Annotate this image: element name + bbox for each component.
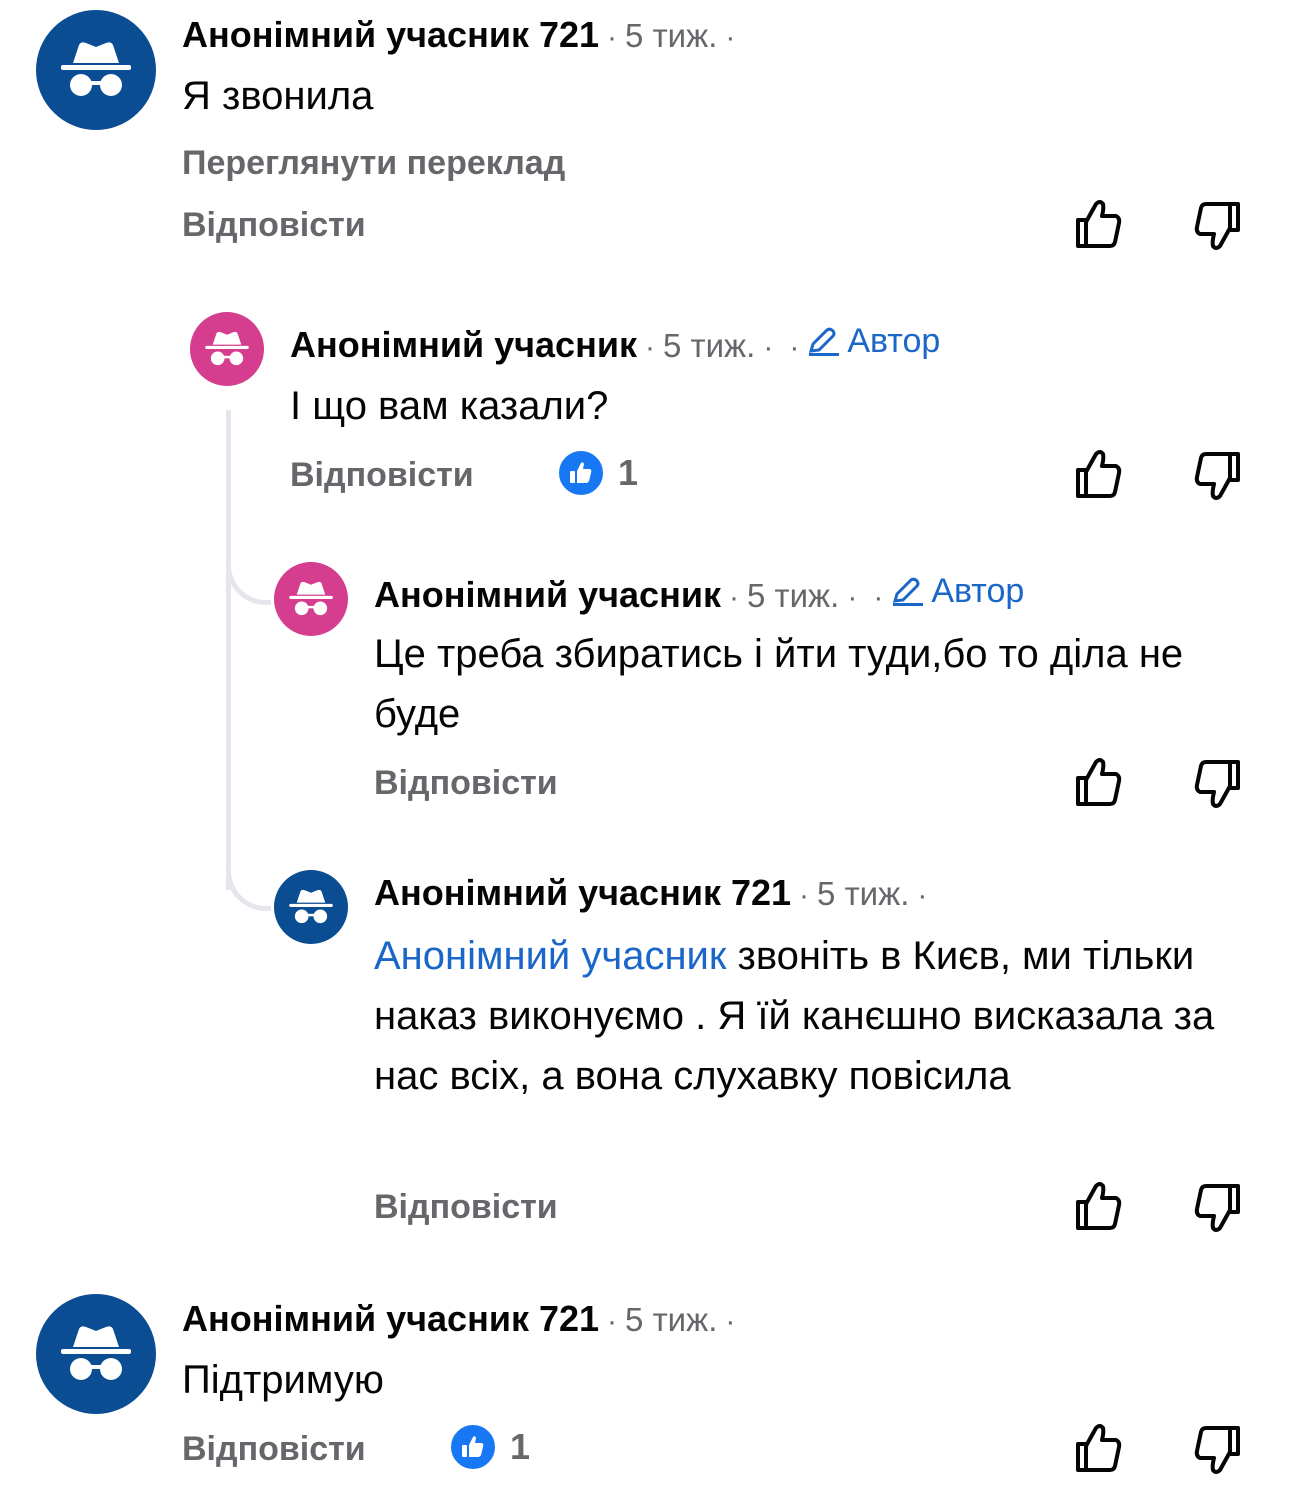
timestamp: 5 тиж. — [625, 1301, 718, 1338]
author-name[interactable]: Анонімний учасник — [374, 574, 721, 616]
reaction-summary[interactable]: 1 — [448, 1422, 530, 1472]
separator-dot: · — [873, 580, 884, 614]
reaction-count: 1 — [618, 452, 639, 493]
author-badge-label: Автор — [931, 572, 1025, 610]
thumbs-up-outline-icon[interactable] — [1070, 1178, 1126, 1234]
incognito-hat-glasses-icon — [289, 889, 333, 924]
comment-header: Анонімний учасник 721 · 5 тиж. · — [182, 1298, 743, 1340]
separator-dot: · — [728, 580, 739, 614]
reply-button[interactable]: Відповісти — [290, 456, 474, 495]
comment-header: Анонімний учасник 721 · 5 тиж. · — [374, 872, 935, 914]
timestamp: 5 тиж. — [817, 875, 910, 912]
comment-text: Я звонила — [182, 74, 374, 118]
timestamp: 5 тиж. — [662, 326, 756, 364]
avatar[interactable] — [190, 312, 264, 386]
thumbs-down-outline-icon[interactable] — [1190, 198, 1246, 254]
timestamp: 5 тиж. — [746, 576, 840, 614]
comment-header: Анонімний учасник 721 · 5 тиж. · — [182, 14, 743, 56]
thumbs-up-outline-icon[interactable] — [1070, 1420, 1126, 1476]
like-reaction-icon — [556, 448, 606, 498]
comment-header: Анонімний учасник · 5 тиж. · · Автор — [374, 572, 1024, 616]
thread-line — [226, 410, 231, 890]
reply-button[interactable]: Відповісти — [182, 1430, 366, 1469]
thumbs-up-outline-icon[interactable] — [1070, 446, 1126, 502]
reaction-count: 1 — [510, 1426, 531, 1467]
separator-dot: · — [725, 1305, 736, 1338]
incognito-hat-glasses-icon — [289, 581, 333, 616]
see-translation-link[interactable]: Переглянути переклад — [182, 144, 565, 183]
avatar[interactable] — [36, 10, 156, 130]
incognito-hat-glasses-icon — [205, 331, 249, 366]
comment-text: Підтримую — [182, 1358, 384, 1402]
author-badge: Автор — [891, 572, 1024, 611]
reply-button[interactable]: Відповісти — [182, 206, 366, 245]
thread-connector — [226, 840, 271, 911]
thumbs-down-outline-icon[interactable] — [1190, 1180, 1246, 1236]
pencil-icon — [809, 327, 840, 356]
thumbs-down-outline-icon[interactable] — [1190, 1422, 1246, 1478]
reply-button[interactable]: Відповісти — [374, 1188, 558, 1227]
thread-connector — [226, 540, 271, 605]
reply-button[interactable]: Відповісти — [374, 764, 558, 803]
author-badge-label: Автор — [847, 322, 941, 360]
author-name[interactable]: Анонімний учасник 721 — [182, 1298, 599, 1340]
like-reaction-icon — [448, 1422, 498, 1472]
separator-dot: · — [789, 330, 800, 364]
author-name[interactable]: Анонімний учасник 721 — [182, 14, 599, 56]
thumbs-down-outline-icon[interactable] — [1190, 756, 1246, 812]
incognito-hat-glasses-icon — [61, 1326, 131, 1380]
thumbs-up-outline-icon[interactable] — [1070, 196, 1126, 252]
avatar[interactable] — [274, 870, 348, 944]
comment-text: І що вам казали? — [290, 384, 609, 428]
timestamp: 5 тиж. — [625, 17, 718, 54]
separator-dot: · — [763, 330, 774, 364]
author-badge: Автор — [807, 322, 940, 361]
comment-text: Анонімний учасник звоніть в Києв, ми тіл… — [374, 926, 1244, 1106]
author-name[interactable]: Анонімний учасник 721 — [374, 872, 791, 914]
separator-dot: · — [607, 1305, 618, 1338]
pencil-icon — [893, 577, 924, 606]
avatar[interactable] — [36, 1294, 156, 1414]
comment-text: Це треба збиратись і йти туди,бо то діла… — [374, 632, 1184, 736]
incognito-hat-glasses-icon — [61, 42, 131, 96]
avatar[interactable] — [274, 562, 348, 636]
comment-header: Анонімний учасник · 5 тиж. · · Автор — [290, 322, 940, 366]
separator-dot: · — [607, 21, 618, 54]
separator-dot: · — [644, 330, 655, 364]
thumbs-up-outline-icon[interactable] — [1070, 754, 1126, 810]
reaction-summary[interactable]: 1 — [556, 448, 638, 498]
separator-dot: · — [799, 879, 810, 912]
author-name[interactable]: Анонімний учасник — [290, 324, 637, 366]
thumbs-down-outline-icon[interactable] — [1190, 448, 1246, 504]
separator-dot: · — [725, 21, 736, 54]
mention-link[interactable]: Анонімний учасник — [374, 934, 726, 978]
separator-dot: · — [847, 580, 858, 614]
separator-dot: · — [917, 879, 928, 912]
